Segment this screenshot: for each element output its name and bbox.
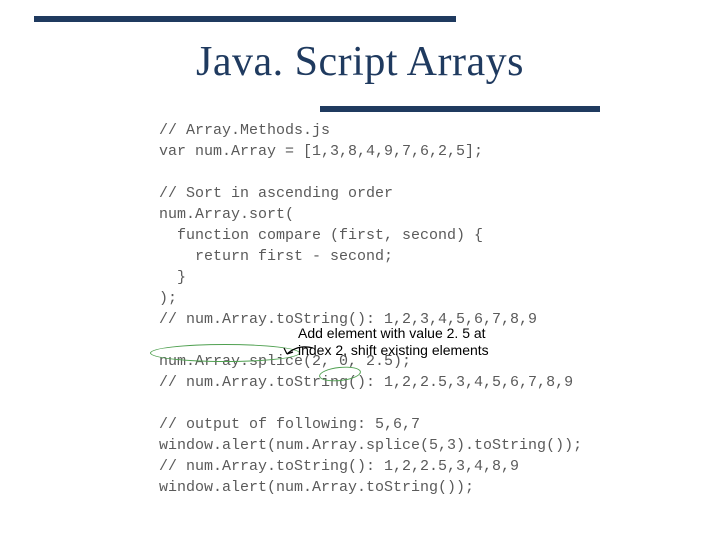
highlight-ellipse-splice	[150, 344, 300, 362]
splice-annotation: Add element with value 2. 5 at index 2, …	[298, 325, 578, 359]
annotation-line-2: index 2, shift existing elements	[298, 342, 578, 359]
annotation-line-1: Add element with value 2. 5 at	[298, 325, 578, 342]
slide-title: Java. Script Arrays	[0, 38, 720, 86]
code-block: // Array.Methods.js var num.Array = [1,3…	[159, 120, 582, 498]
decorative-rule-bottom	[320, 106, 600, 112]
decorative-rule-top	[34, 16, 456, 22]
